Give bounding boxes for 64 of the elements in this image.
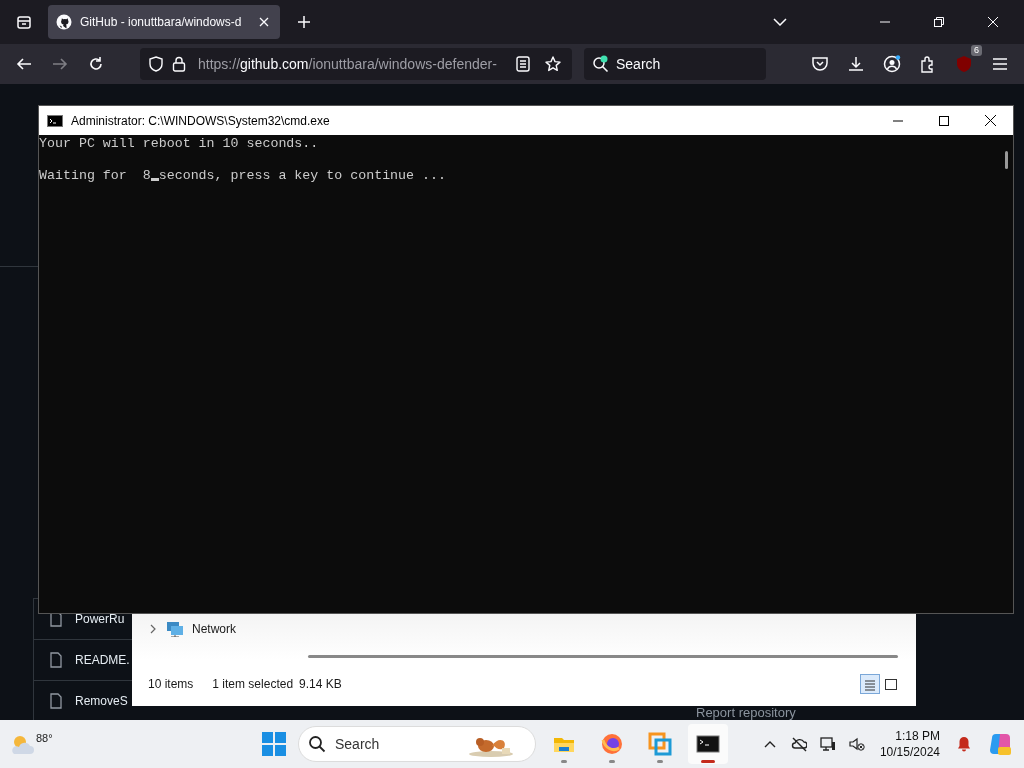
restore-icon — [934, 17, 944, 27]
status-text: 9.14 KB — [299, 676, 342, 693]
file-name[interactable]: PowerRu — [75, 610, 125, 628]
extension-button[interactable]: 6 — [948, 48, 980, 80]
file-name[interactable]: README. — [75, 651, 130, 669]
lock-icon — [172, 56, 186, 72]
temperature-text[interactable]: 88° — [36, 730, 53, 747]
tab-title: GitHub - ionuttbara/windows-d — [80, 14, 243, 31]
tree-item[interactable]: Network — [192, 620, 236, 638]
console-line: Waiting for 8 — [39, 168, 151, 184]
forward-arrow-icon — [52, 56, 68, 72]
account-icon — [883, 55, 901, 73]
network-icon — [166, 621, 184, 637]
clock-date[interactable]: 10/15/2024 — [879, 744, 940, 760]
windows-logo-icon — [262, 732, 286, 756]
file-icon — [50, 652, 62, 668]
scrollbar-thumb[interactable] — [1004, 151, 1008, 169]
file-icon — [50, 611, 62, 627]
file-icon — [50, 693, 62, 709]
chevron-icon — [149, 624, 157, 634]
minimize-icon — [880, 21, 890, 23]
monitor-icon — [820, 736, 837, 752]
cloud-off-icon — [791, 736, 808, 752]
chevron-down-icon — [773, 18, 787, 26]
window-title: Administrator: C:\WINDOWS\System32\cmd.exe — [71, 112, 331, 130]
star-icon — [545, 56, 561, 72]
console-line: seconds, press a key to continue ... — [158, 168, 446, 184]
tab-list-icon — [16, 14, 32, 30]
github-icon — [56, 14, 72, 30]
status-text: 10 items — [148, 676, 194, 693]
menu-icon — [992, 57, 1008, 71]
terminal-button[interactable] — [688, 724, 728, 764]
reload-icon — [88, 56, 104, 72]
browser-tab[interactable]: GitHub - ionuttbara/windows-d — [48, 5, 280, 39]
search-field[interactable]: Search — [584, 48, 766, 80]
document-icon — [516, 56, 530, 72]
search-icon — [308, 735, 326, 753]
console-icon — [47, 114, 63, 127]
shield-icon — [148, 56, 164, 72]
badge-count: 6 — [971, 45, 982, 56]
shield-icon — [955, 55, 973, 73]
back-arrow-icon — [16, 56, 32, 72]
terminal-icon — [696, 732, 720, 756]
download-icon — [847, 55, 865, 73]
file-name[interactable]: RemoveS — [75, 692, 128, 710]
close-icon — [984, 115, 996, 126]
speaker-muted-icon — [849, 736, 866, 752]
search-icon — [592, 55, 610, 73]
maximize-icon — [939, 115, 949, 126]
plus-icon — [297, 15, 311, 29]
close-icon — [259, 17, 269, 27]
clock-time[interactable]: 1:18 PM — [895, 728, 940, 744]
status-text: 1 item selected — [212, 676, 294, 693]
scrollbar-thumb[interactable] — [308, 654, 898, 658]
browser-icon — [600, 732, 624, 756]
minimize-icon — [893, 119, 903, 122]
bell-icon — [956, 736, 972, 752]
report-repository-link[interactable]: Report repository — [696, 706, 796, 720]
console-line: Your PC will reboot in 10 seconds.. — [39, 136, 319, 152]
pocket-icon — [811, 55, 829, 73]
copilot-icon — [988, 732, 1012, 756]
close-icon — [988, 17, 998, 27]
taskbar-search-field[interactable]: Search — [298, 726, 536, 762]
overlapping-squares-icon — [648, 732, 672, 756]
